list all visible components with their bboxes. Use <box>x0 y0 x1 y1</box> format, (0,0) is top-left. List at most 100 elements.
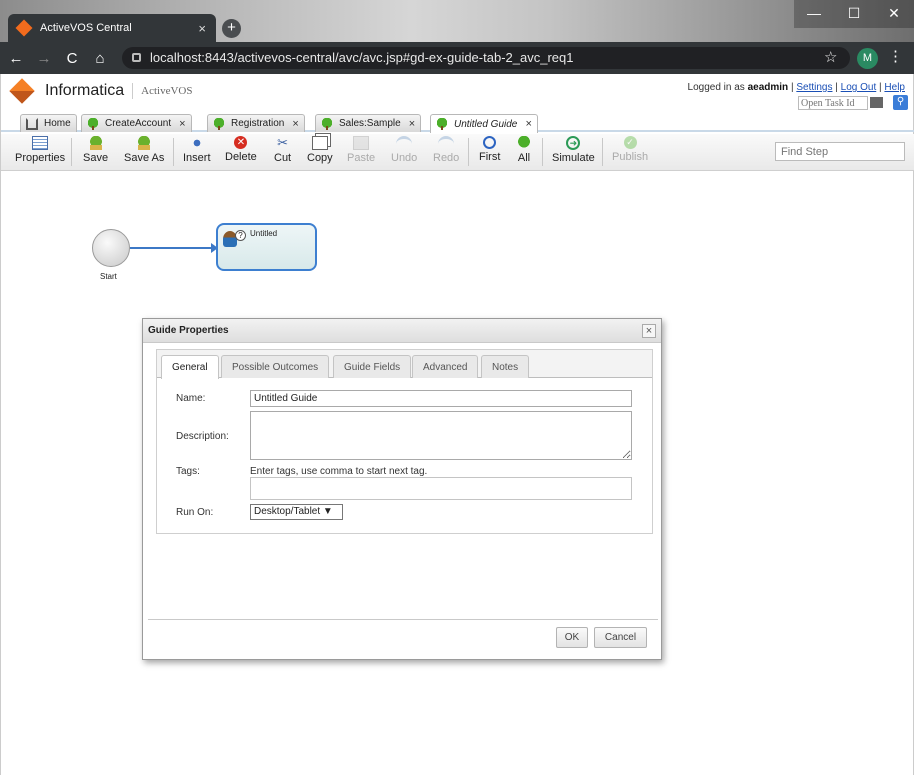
flow-connector[interactable] <box>130 243 218 253</box>
divider: | <box>835 82 838 93</box>
run-on-select[interactable]: Desktop/Tablet ▼ <box>250 504 343 520</box>
start-node[interactable] <box>92 229 130 267</box>
divider: | <box>879 82 882 93</box>
delete-icon: ✕ <box>234 136 248 149</box>
save-label: Save <box>83 152 109 164</box>
tab-label: Registration <box>231 118 285 129</box>
run-on-label: Run On: <box>176 507 214 518</box>
save-as-button[interactable]: Save As <box>124 136 164 164</box>
first-label: First <box>479 151 501 163</box>
delete-button[interactable]: ✕ Delete <box>225 136 257 163</box>
tags-input[interactable] <box>250 477 632 500</box>
undo-button[interactable]: Undo <box>391 136 417 164</box>
simulate-button[interactable]: ➜ Simulate <box>552 136 595 164</box>
tab-advanced[interactable]: Advanced <box>412 355 479 378</box>
profile-avatar[interactable]: M <box>857 48 878 69</box>
close-window-button[interactable]: ✕ <box>874 0 914 28</box>
login-info: Logged in as aeadmin | Settings | Log Ou… <box>688 82 905 93</box>
forward-icon[interactable]: → <box>32 50 56 67</box>
properties-icon <box>32 136 49 150</box>
toolbar-separator <box>173 138 174 166</box>
toolbar-separator <box>602 138 603 166</box>
tab-registration[interactable]: Registration × <box>207 114 305 132</box>
tab-createaccount[interactable]: CreateAccount × <box>81 114 192 132</box>
dialog-tabbar: General Possible Outcomes Guide Fields A… <box>157 350 652 379</box>
browser-menu-icon[interactable]: ⋮ <box>888 47 903 65</box>
open-task-input[interactable] <box>798 96 868 110</box>
tab-notes[interactable]: Notes <box>481 355 530 378</box>
cut-button[interactable]: ✂ Cut <box>274 136 292 165</box>
save-as-icon <box>136 136 153 150</box>
description-textarea[interactable] <box>250 411 632 460</box>
description-label: Description: <box>176 431 229 442</box>
tab-sales-sample[interactable]: Sales:Sample × <box>315 114 422 132</box>
first-button[interactable]: First <box>479 136 500 163</box>
keyboard-icon[interactable] <box>870 97 883 108</box>
simulate-label: Simulate <box>552 152 595 164</box>
home-browser-icon[interactable]: ⌂ <box>88 50 112 67</box>
redo-label: Redo <box>433 152 460 164</box>
lock-icon <box>132 53 141 62</box>
ok-button[interactable]: OK <box>556 627 588 648</box>
product-name: ActiveVOS <box>141 85 193 97</box>
new-tab-button[interactable]: + <box>222 19 241 38</box>
tab-close-icon[interactable]: × <box>409 118 415 130</box>
circle-icon <box>483 136 497 149</box>
logout-link[interactable]: Log Out <box>841 82 877 93</box>
copy-button[interactable]: Copy <box>307 136 333 164</box>
all-button[interactable]: All <box>516 136 532 164</box>
informatica-favicon-icon <box>15 19 33 37</box>
paste-label: Paste <box>347 152 376 164</box>
tree-icon <box>516 136 532 150</box>
publish-label: Publish <box>612 151 649 163</box>
insert-button[interactable]: Insert <box>183 136 211 164</box>
help-link[interactable]: Help <box>884 82 905 93</box>
divider: | <box>790 82 794 93</box>
insert-icon <box>188 136 205 150</box>
start-label: Start <box>100 272 117 281</box>
tab-close-icon[interactable]: × <box>525 118 531 130</box>
dialog-body: General Possible Outcomes Guide Fields A… <box>156 349 653 534</box>
minimize-button[interactable]: — <box>794 0 834 28</box>
browser-tab-close-icon[interactable]: × <box>198 21 206 36</box>
publish-button[interactable]: ✓ Publish <box>612 136 648 163</box>
insert-label: Insert <box>183 152 211 164</box>
tags-label: Tags: <box>176 466 200 477</box>
maximize-button[interactable]: ☐ <box>834 0 874 28</box>
dialog-header[interactable]: Guide Properties × <box>143 319 661 343</box>
save-button[interactable]: Save <box>83 136 108 164</box>
name-label: Name: <box>176 393 206 404</box>
tab-possible-outcomes[interactable]: Possible Outcomes <box>221 355 330 378</box>
search-icon[interactable]: ⚲ <box>893 95 908 110</box>
undo-icon <box>396 136 413 150</box>
tab-close-icon[interactable]: × <box>179 118 185 130</box>
toolbar-separator <box>542 138 543 166</box>
properties-button[interactable]: Properties <box>15 136 65 164</box>
tree-icon <box>436 118 448 130</box>
tab-label: CreateAccount <box>105 118 172 129</box>
settings-link[interactable]: Settings <box>796 82 832 93</box>
cut-label: Cut <box>274 152 292 164</box>
dialog-close-icon[interactable]: × <box>642 324 656 338</box>
tab-general[interactable]: General <box>161 355 219 379</box>
paste-button[interactable]: Paste <box>347 136 375 164</box>
bookmark-star-icon[interactable]: ☆ <box>824 48 837 66</box>
reload-icon[interactable]: C <box>60 50 84 67</box>
back-icon[interactable]: ← <box>4 50 28 67</box>
find-step-input[interactable] <box>775 142 905 161</box>
tab-close-icon[interactable]: × <box>292 118 298 130</box>
step-label: Untitled <box>250 229 278 238</box>
tree-icon <box>87 117 99 130</box>
url-text: localhost:8443/activevos-central/avc/avc… <box>150 50 574 65</box>
step-node[interactable]: ? Untitled <box>216 223 317 271</box>
tab-untitled-guide[interactable]: Untitled Guide × <box>430 114 538 133</box>
redo-button[interactable]: Redo <box>433 136 459 164</box>
browser-tab[interactable]: ActiveVOS Central × <box>8 14 216 42</box>
url-bar[interactable]: localhost:8443/activevos-central/avc/avc… <box>122 47 850 69</box>
cancel-button[interactable]: Cancel <box>594 627 647 648</box>
tab-guide-fields[interactable]: Guide Fields <box>333 355 412 378</box>
tab-home[interactable]: Home <box>20 114 77 132</box>
tab-label: Home <box>44 118 71 129</box>
browser-titlebar: ActiveVOS Central × + — ☐ ✕ <box>0 0 914 42</box>
name-input[interactable] <box>250 390 632 407</box>
